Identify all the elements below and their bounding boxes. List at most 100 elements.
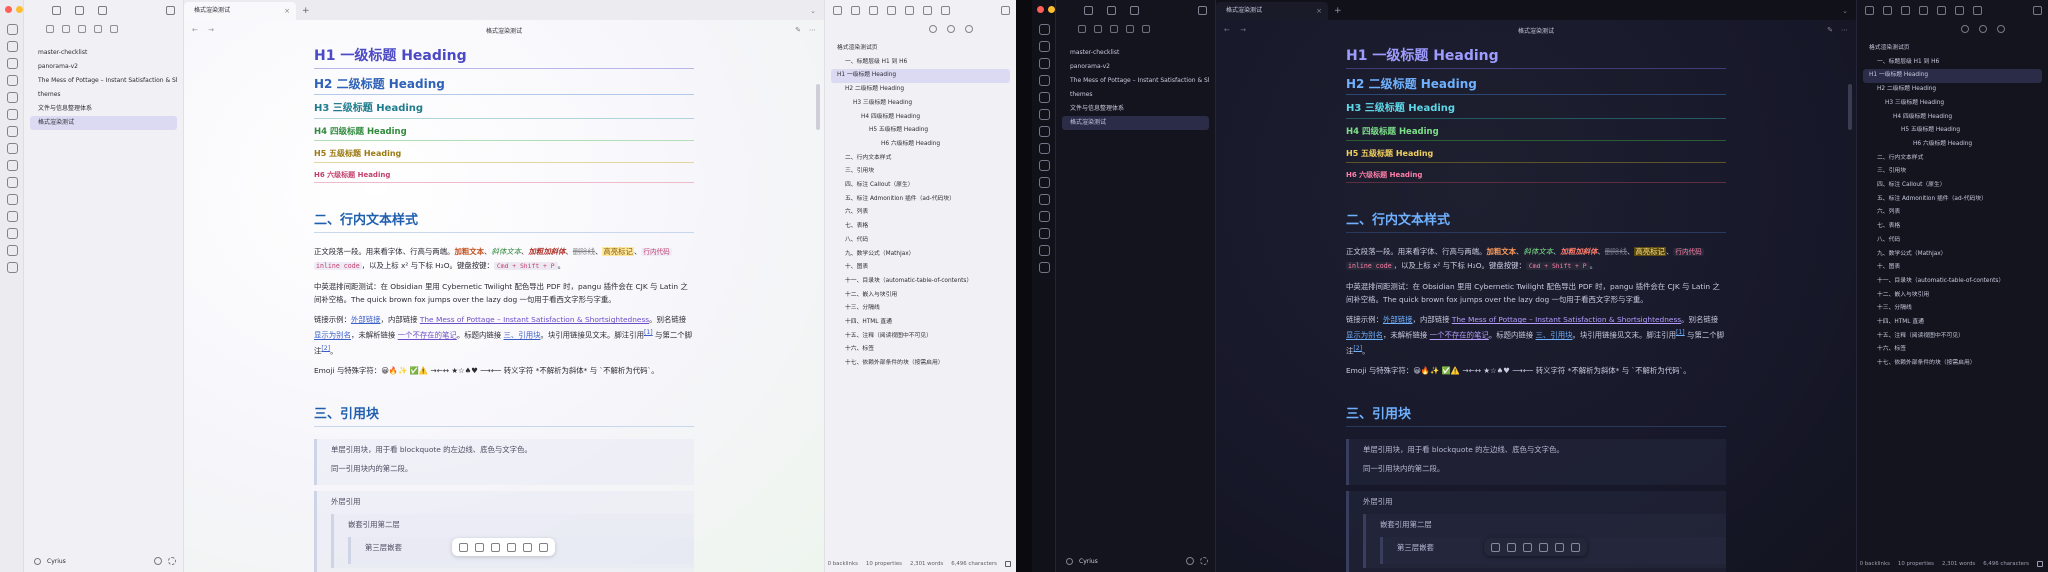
outline-item[interactable]: 三、引用块 xyxy=(831,165,1010,179)
ai-icon[interactable] xyxy=(459,542,468,552)
new-tab-button[interactable]: + xyxy=(302,2,310,20)
backlinks-icon[interactable] xyxy=(1883,5,1892,15)
outline-icon[interactable] xyxy=(1865,5,1874,15)
more-icon[interactable] xyxy=(539,542,548,552)
search-icon[interactable] xyxy=(75,5,84,15)
publish-icon[interactable] xyxy=(1038,160,1050,171)
footnote-ref[interactable]: [2] xyxy=(1353,345,1362,352)
outline-item[interactable]: 十七、依赖外部条件的块（按需启用） xyxy=(831,357,1010,371)
calendar-icon[interactable] xyxy=(905,5,914,15)
outline-item[interactable]: H2 二级标题 Heading xyxy=(1863,83,2042,97)
outline-item[interactable]: 九、数学公式（Mathjax） xyxy=(1863,248,2042,262)
search-icon[interactable] xyxy=(1107,5,1116,15)
outline-item[interactable]: 五、标注 Admonition 插件（ad-代码块） xyxy=(1863,193,2042,207)
outline-item[interactable]: H1 一级标题 Heading xyxy=(831,69,1010,84)
graph-icon[interactable] xyxy=(6,58,18,69)
outline-item[interactable]: 十六、标签 xyxy=(1863,343,2042,357)
backlinks-count[interactable]: 0 backlinks xyxy=(1860,561,1890,567)
tags-icon[interactable] xyxy=(1919,5,1928,15)
format-icon[interactable] xyxy=(507,542,516,552)
outline-item[interactable]: 六、列表 xyxy=(831,206,1010,220)
heading-link[interactable]: 三、引用块 xyxy=(504,331,541,340)
sidebar-toggle-icon[interactable] xyxy=(1001,5,1010,15)
backlinks-count[interactable]: 0 backlinks xyxy=(828,561,858,567)
image-icon[interactable] xyxy=(1555,542,1564,552)
gear-icon[interactable] xyxy=(168,557,176,565)
outline-icon[interactable] xyxy=(833,5,842,15)
file-item[interactable]: 文件与信息整理体系 xyxy=(30,102,177,116)
file-item[interactable]: panorama-v2 xyxy=(30,60,177,74)
search-icon[interactable] xyxy=(928,25,937,33)
format-icon[interactable] xyxy=(1539,542,1548,552)
close-icon[interactable] xyxy=(1996,25,2005,33)
outline-item[interactable]: 七、表格 xyxy=(831,220,1010,234)
outline-item[interactable]: 二、行内文本样式 xyxy=(831,152,1010,166)
close-window-button[interactable] xyxy=(1037,6,1044,13)
unresolved-link[interactable]: 一个不存在的笔记 xyxy=(398,331,457,340)
canvas-icon[interactable] xyxy=(6,75,18,86)
tag-icon[interactable] xyxy=(6,194,18,205)
collapse-icon[interactable] xyxy=(946,25,955,33)
outline-item[interactable]: 十六、标签 xyxy=(831,343,1010,357)
comment-icon[interactable] xyxy=(475,542,484,552)
edit-icon[interactable]: ✎ xyxy=(1827,26,1833,34)
more-options-icon[interactable]: ⋯ xyxy=(809,26,816,34)
outline-item[interactable]: H3 三级标题 Heading xyxy=(1863,97,2042,111)
unresolved-link[interactable]: 一个不存在的笔记 xyxy=(1430,331,1489,340)
tab-close-icon[interactable]: × xyxy=(284,2,290,20)
lock-icon[interactable] xyxy=(1005,561,1011,567)
collapse-icon[interactable] xyxy=(1978,25,1987,33)
outline-item[interactable]: 十一、目录块（automatic-table-of-contents） xyxy=(831,275,1010,289)
outline-item[interactable]: 十三、分隔线 xyxy=(831,302,1010,316)
word-count[interactable]: 2,301 words xyxy=(910,561,943,567)
vault-name[interactable]: Cyrius xyxy=(1079,558,1098,565)
tab-list-chevron-icon[interactable]: ⌄ xyxy=(1842,2,1848,20)
ai-assistant-icon[interactable] xyxy=(6,24,18,35)
vault-name[interactable]: Cyrius xyxy=(47,558,66,565)
outline-item[interactable]: H3 三级标题 Heading xyxy=(831,97,1010,111)
plugin-icon[interactable] xyxy=(6,262,18,273)
template-icon[interactable] xyxy=(1038,109,1050,120)
plugin-icon[interactable] xyxy=(1038,262,1050,273)
draw-icon[interactable] xyxy=(491,542,500,552)
template-icon[interactable] xyxy=(6,109,18,120)
outline-item[interactable]: 一、标题层级 H1 到 H6 xyxy=(1863,56,2042,70)
edit-icon[interactable]: ✎ xyxy=(795,26,801,34)
scrollbar[interactable] xyxy=(1848,84,1852,130)
collapse-all-icon[interactable] xyxy=(1126,25,1134,33)
footnote-ref[interactable]: [1] xyxy=(644,329,653,336)
terminal-icon[interactable] xyxy=(6,126,18,137)
outline-item[interactable]: 七、表格 xyxy=(1863,220,2042,234)
tab-close-icon[interactable]: × xyxy=(1316,2,1322,20)
outline-item[interactable]: H5 五级标题 Heading xyxy=(831,124,1010,138)
outline-item[interactable]: 十五、注释（阅读视图中不可见） xyxy=(1863,330,2042,344)
outline-item[interactable]: 十二、嵌入与块引用 xyxy=(1863,289,2042,303)
outline-item[interactable]: 六、列表 xyxy=(1863,206,2042,220)
backlinks-icon[interactable] xyxy=(851,5,860,15)
footnote-ref[interactable]: [2] xyxy=(321,345,330,352)
note-title[interactable]: 格式渲染测试 xyxy=(184,26,824,35)
bookmark-icon[interactable] xyxy=(98,5,107,15)
editor-pane[interactable]: ← → 格式渲染测试 ✎ ⋯ H1 一级标题 Heading H2 二级标题 H… xyxy=(184,20,824,572)
tag-icon[interactable] xyxy=(1038,194,1050,205)
file-item[interactable]: master-checklist xyxy=(1062,46,1209,60)
editor-pane[interactable]: ← → 格式渲染测试 ✎ ⋯ H1 一级标题 Heading H2 二级标题 H… xyxy=(1216,20,1856,572)
footnote-ref[interactable]: [1] xyxy=(1676,329,1685,336)
external-link[interactable]: 外部链接 xyxy=(1383,315,1413,324)
draw-icon[interactable] xyxy=(1523,542,1532,552)
outline-item[interactable]: H5 五级标题 Heading xyxy=(1863,124,2042,138)
sidebar-toggle-icon[interactable] xyxy=(1198,5,1207,15)
outline-item[interactable]: H6 六级标题 Heading xyxy=(831,138,1010,152)
publish-icon[interactable] xyxy=(6,160,18,171)
outline-item[interactable]: 十四、HTML 直通 xyxy=(1863,316,2042,330)
folder-icon[interactable] xyxy=(1084,5,1093,15)
graph-icon[interactable] xyxy=(1038,58,1050,69)
file-item[interactable]: master-checklist xyxy=(30,46,177,60)
tab-active[interactable]: 格式渲染测试 × xyxy=(184,2,296,20)
bookmark-icon[interactable] xyxy=(6,143,18,154)
terminal-icon[interactable] xyxy=(1038,126,1050,137)
history-icon[interactable] xyxy=(1973,5,1982,15)
scrollbar[interactable] xyxy=(816,84,820,130)
file-item-active[interactable]: 格式渲染测试 xyxy=(30,116,177,130)
database-icon[interactable] xyxy=(1038,211,1050,222)
